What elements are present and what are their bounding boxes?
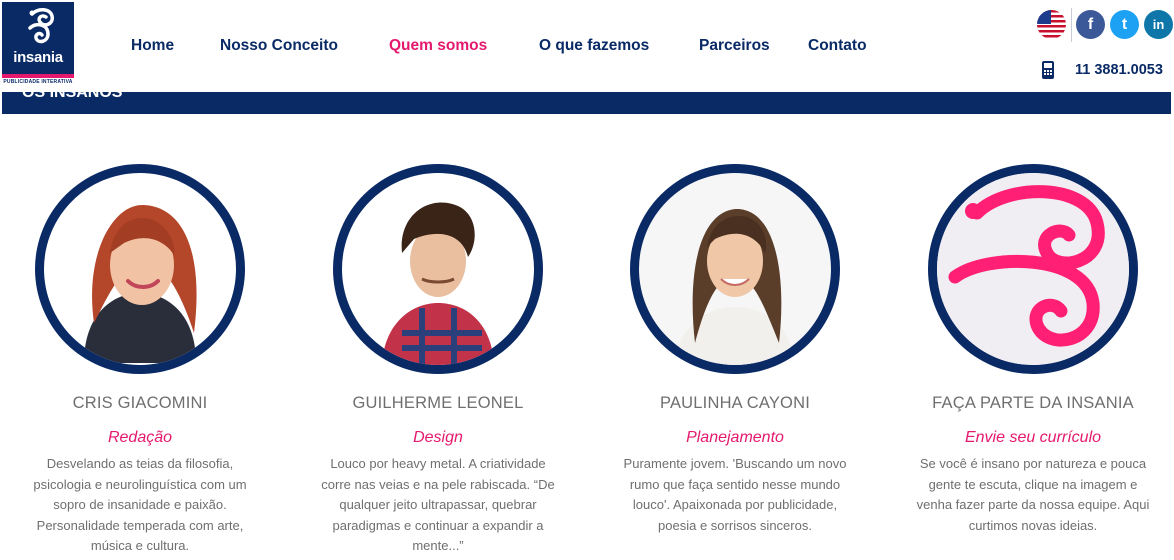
member-role: Design [413,429,463,446]
section-banner: OS INSANOS [2,92,1171,114]
member-name: FAÇA PARTE DA INSANIA [932,394,1134,412]
linkedin-icon[interactable]: in [1144,10,1173,39]
member-name: CRIS GIACOMINI [72,394,208,412]
header-divider [1071,8,1072,42]
us-flag-icon[interactable] [1037,10,1066,39]
profile-photo-guilherme [342,173,534,365]
phone-number: 11 3881.0053 [1075,62,1163,78]
member-name: GUILHERME LEONEL [352,394,524,412]
logo-stripe [2,74,74,78]
profile-photo-cris [44,173,236,365]
nav-o-que-fazemos[interactable]: O que fazemos [539,37,649,55]
twitter-icon[interactable]: t [1110,10,1139,39]
member-description: Desvelando as teias da filosofia, psicol… [33,456,247,553]
member-role: Planejamento [686,429,784,446]
facebook-icon[interactable]: f [1076,10,1105,39]
profile-photo-frame [35,164,245,374]
nav-home[interactable]: Home [131,37,174,55]
nav-parceiros[interactable]: Parceiros [699,37,770,55]
profile-photo-frame [630,164,840,374]
logo-tagline: PUBLICIDADE INTERATIVA [3,79,73,85]
logo-wordmark: insania [13,49,63,66]
team-card: CRIS GIACOMINI Redação Desvelando as tei… [0,164,290,557]
profile-photo-frame [333,164,543,374]
team-card: PAULINHA CAYONI Planejamento Puramente j… [585,164,885,536]
nav-quem-somos[interactable]: Quem somos [389,37,487,55]
logo-mark: insania [2,2,74,74]
member-role: Redação [107,429,173,446]
member-description: Se você é insano por natureza e pouca ge… [916,456,1150,533]
send-resume-link[interactable]: Envie seu currículo [883,429,1174,447]
phone-icon [1041,60,1055,85]
section-title: OS INSANOS [22,92,123,101]
nav-nosso-conceito[interactable]: Nosso Conceito [220,37,338,55]
join-us-image[interactable] [928,164,1138,374]
member-description: Louco por heavy metal. A criatividade co… [321,456,555,553]
team-card: GUILHERME LEONEL Design Louco por heavy … [288,164,588,557]
swirl-logo-icon [28,8,54,44]
member-description: Puramente jovem. 'Buscando um novo rumo … [623,456,847,533]
member-name: PAULINHA CAYONI [659,394,810,412]
nav-contato[interactable]: Contato [808,37,867,55]
team-card[interactable]: FAÇA PARTE DA INSANIA Envie seu currícul… [883,164,1174,536]
profile-photo-paulinha [639,173,831,365]
insania-logo[interactable]: insania PUBLICIDADE INTERATIVA [0,0,76,88]
insania-swirl-icon [937,173,1129,365]
